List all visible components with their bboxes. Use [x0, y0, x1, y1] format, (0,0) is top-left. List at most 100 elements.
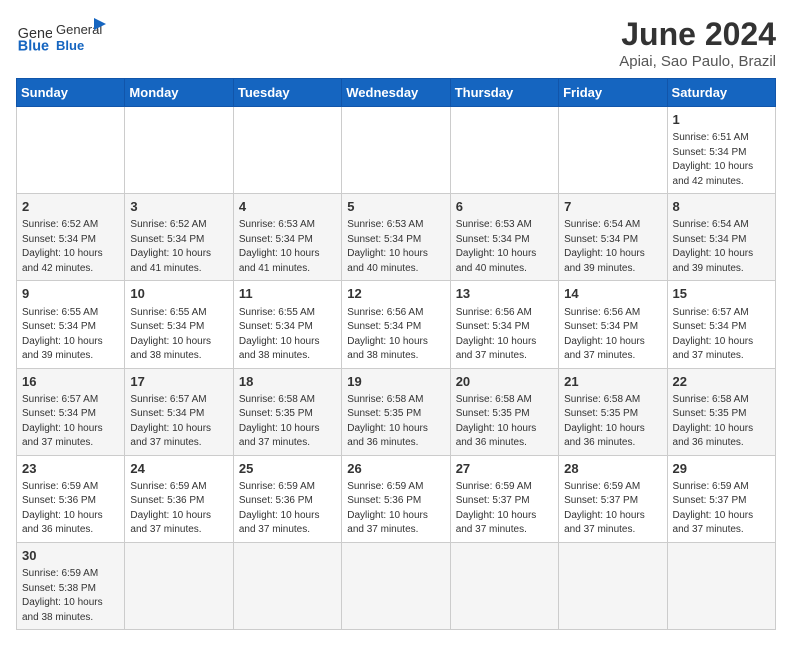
calendar-subtitle: Apiai, Sao Paulo, Brazil — [619, 53, 776, 70]
day-info: Sunrise: 6:51 AMSunset: 5:34 PMDaylight:… — [673, 131, 770, 189]
day-info: Sunrise: 6:52 AMSunset: 5:34 PMDaylight:… — [22, 218, 119, 276]
day-info: Sunrise: 6:53 AMSunset: 5:34 PMDaylight:… — [239, 218, 336, 276]
calendar-cell — [559, 542, 667, 629]
day-number: 19 — [347, 373, 444, 391]
title-block: June 2024 Apiai, Sao Paulo, Brazil — [619, 16, 776, 70]
day-info: Sunrise: 6:57 AMSunset: 5:34 PMDaylight:… — [130, 393, 227, 451]
day-number: 15 — [673, 285, 770, 303]
calendar-cell — [559, 107, 667, 194]
calendar-cell: 25Sunrise: 6:59 AMSunset: 5:36 PMDayligh… — [233, 455, 341, 542]
calendar-cell: 8 Sunrise: 6:54 AMSunset: 5:34 PMDaylight… — [667, 194, 775, 281]
day-info: Sunrise: 6:59 AMSunset: 5:36 PMDaylight:… — [130, 480, 227, 538]
calendar-title: June 2024 — [619, 16, 776, 53]
day-number: 3 — [130, 198, 227, 216]
day-info: Sunrise: 6:56 AMSunset: 5:34 PMDaylight:… — [347, 306, 444, 364]
calendar-cell — [233, 107, 341, 194]
calendar-cell: 10 Sunrise: 6:55 AMSunset: 5:34 PMDayligh… — [125, 281, 233, 368]
calendar-cell: 4 Sunrise: 6:53 AMSunset: 5:34 PMDaylight… — [233, 194, 341, 281]
day-number: 18 — [239, 373, 336, 391]
day-number: 4 — [239, 198, 336, 216]
day-number: 12 — [347, 285, 444, 303]
weekday-header-saturday: Saturday — [667, 79, 775, 107]
calendar-cell: 12 Sunrise: 6:56 AMSunset: 5:34 PMDayligh… — [342, 281, 450, 368]
day-info: Sunrise: 6:58 AMSunset: 5:35 PMDaylight:… — [239, 393, 336, 451]
logo: General Blue General Blue — [16, 16, 106, 56]
day-number: 1 — [673, 111, 770, 129]
calendar-cell — [342, 542, 450, 629]
day-info: Sunrise: 6:54 AMSunset: 5:34 PMDaylight:… — [564, 218, 661, 276]
calendar-table: SundayMondayTuesdayWednesdayThursdayFrid… — [16, 78, 776, 630]
calendar-cell: 28 Sunrise: 6:59 AMSunset: 5:37 PMDayligh… — [559, 455, 667, 542]
calendar-cell — [125, 542, 233, 629]
calendar-cell — [342, 107, 450, 194]
day-info: Sunrise: 6:59 AMSunset: 5:36 PMDaylight:… — [347, 480, 444, 538]
calendar-cell: 7Sunrise: 6:54 AMSunset: 5:34 PMDaylight… — [559, 194, 667, 281]
day-number: 2 — [22, 198, 119, 216]
calendar-cell: 6 Sunrise: 6:53 AMSunset: 5:34 PMDaylight… — [450, 194, 558, 281]
day-info: Sunrise: 6:59 AMSunset: 5:36 PMDaylight:… — [239, 480, 336, 538]
calendar-cell: 27Sunrise: 6:59 AMSunset: 5:37 PMDayligh… — [450, 455, 558, 542]
week-row-4: 16 Sunrise: 6:57 AMSunset: 5:34 PMDayligh… — [17, 368, 776, 455]
calendar-cell: 3 Sunrise: 6:52 AMSunset: 5:34 PMDaylight… — [125, 194, 233, 281]
day-number: 5 — [347, 198, 444, 216]
calendar-cell: 15Sunrise: 6:57 AMSunset: 5:34 PMDayligh… — [667, 281, 775, 368]
day-info: Sunrise: 6:53 AMSunset: 5:34 PMDaylight:… — [456, 218, 553, 276]
day-number: 28 — [564, 460, 661, 478]
svg-text:Blue: Blue — [18, 38, 49, 54]
day-info: Sunrise: 6:57 AMSunset: 5:34 PMDaylight:… — [22, 393, 119, 451]
day-info: Sunrise: 6:55 AMSunset: 5:34 PMDaylight:… — [130, 306, 227, 364]
calendar-cell: 26 Sunrise: 6:59 AMSunset: 5:36 PMDayligh… — [342, 455, 450, 542]
day-info: Sunrise: 6:59 AMSunset: 5:38 PMDaylight:… — [22, 567, 119, 625]
day-number: 30 — [22, 547, 119, 565]
day-info: Sunrise: 6:55 AMSunset: 5:34 PMDaylight:… — [22, 306, 119, 364]
calendar-cell: 5 Sunrise: 6:53 AMSunset: 5:34 PMDaylight… — [342, 194, 450, 281]
day-info: Sunrise: 6:59 AMSunset: 5:37 PMDaylight:… — [673, 480, 770, 538]
day-info: Sunrise: 6:54 AMSunset: 5:34 PMDaylight:… — [673, 218, 770, 276]
day-info: Sunrise: 6:59 AMSunset: 5:36 PMDaylight:… — [22, 480, 119, 538]
calendar-cell: 9 Sunrise: 6:55 AMSunset: 5:34 PMDaylight… — [17, 281, 125, 368]
day-number: 21 — [564, 373, 661, 391]
calendar-cell: 17Sunrise: 6:57 AMSunset: 5:34 PMDayligh… — [125, 368, 233, 455]
weekday-header-sunday: Sunday — [17, 79, 125, 107]
day-number: 9 — [22, 285, 119, 303]
calendar-cell: 11Sunrise: 6:55 AMSunset: 5:34 PMDayligh… — [233, 281, 341, 368]
calendar-cell: 13Sunrise: 6:56 AMSunset: 5:34 PMDayligh… — [450, 281, 558, 368]
weekday-header-wednesday: Wednesday — [342, 79, 450, 107]
weekday-header-thursday: Thursday — [450, 79, 558, 107]
calendar-cell — [125, 107, 233, 194]
calendar-cell — [450, 107, 558, 194]
day-info: Sunrise: 6:58 AMSunset: 5:35 PMDaylight:… — [456, 393, 553, 451]
weekday-header-monday: Monday — [125, 79, 233, 107]
day-number: 8 — [673, 198, 770, 216]
calendar-cell: 21Sunrise: 6:58 AMSunset: 5:35 PMDayligh… — [559, 368, 667, 455]
day-number: 10 — [130, 285, 227, 303]
day-info: Sunrise: 6:59 AMSunset: 5:37 PMDaylight:… — [564, 480, 661, 538]
day-number: 26 — [347, 460, 444, 478]
day-number: 6 — [456, 198, 553, 216]
weekday-header-tuesday: Tuesday — [233, 79, 341, 107]
day-number: 22 — [673, 373, 770, 391]
calendar-cell: 2 Sunrise: 6:52 AMSunset: 5:34 PMDaylight… — [17, 194, 125, 281]
week-row-5: 23Sunrise: 6:59 AMSunset: 5:36 PMDayligh… — [17, 455, 776, 542]
calendar-cell — [450, 542, 558, 629]
day-info: Sunrise: 6:56 AMSunset: 5:34 PMDaylight:… — [564, 306, 661, 364]
calendar-cell: 19Sunrise: 6:58 AMSunset: 5:35 PMDayligh… — [342, 368, 450, 455]
day-number: 16 — [22, 373, 119, 391]
calendar-cell: 24Sunrise: 6:59 AMSunset: 5:36 PMDayligh… — [125, 455, 233, 542]
logo-flag-icon: General Blue — [56, 16, 106, 56]
calendar-cell: 16 Sunrise: 6:57 AMSunset: 5:34 PMDayligh… — [17, 368, 125, 455]
calendar-cell: 20Sunrise: 6:58 AMSunset: 5:35 PMDayligh… — [450, 368, 558, 455]
calendar-cell: 29Sunrise: 6:59 AMSunset: 5:37 PMDayligh… — [667, 455, 775, 542]
day-info: Sunrise: 6:58 AMSunset: 5:35 PMDaylight:… — [673, 393, 770, 451]
day-info: Sunrise: 6:52 AMSunset: 5:34 PMDaylight:… — [130, 218, 227, 276]
week-row-1: 1 Sunrise: 6:51 AMSunset: 5:34 PMDaylight… — [17, 107, 776, 194]
calendar-cell: 18 Sunrise: 6:58 AMSunset: 5:35 PMDayligh… — [233, 368, 341, 455]
weekday-header-row: SundayMondayTuesdayWednesdayThursdayFrid… — [17, 79, 776, 107]
week-row-6: 30 Sunrise: 6:59 AMSunset: 5:38 PMDayligh… — [17, 542, 776, 629]
day-number: 13 — [456, 285, 553, 303]
svg-text:Blue: Blue — [56, 38, 84, 53]
calendar-cell: 23Sunrise: 6:59 AMSunset: 5:36 PMDayligh… — [17, 455, 125, 542]
calendar-cell — [233, 542, 341, 629]
day-info: Sunrise: 6:53 AMSunset: 5:34 PMDaylight:… — [347, 218, 444, 276]
weekday-header-friday: Friday — [559, 79, 667, 107]
